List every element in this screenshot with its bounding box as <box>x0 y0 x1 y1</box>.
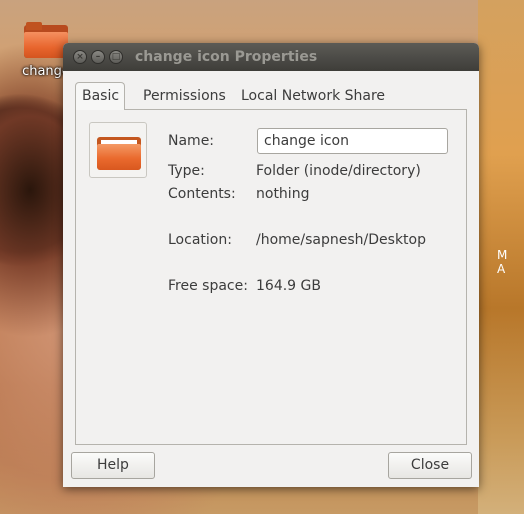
name-label: Name: <box>168 133 215 149</box>
properties-window: × – □ change icon Properties Basic Permi… <box>63 43 479 487</box>
window-titlebar[interactable]: × – □ change icon Properties <box>63 43 479 71</box>
minimize-window-icon[interactable]: – <box>91 50 105 64</box>
tab-basic[interactable]: Basic <box>75 82 125 110</box>
location-label: Location: <box>168 232 232 248</box>
folder-icon-button[interactable] <box>89 122 147 178</box>
name-field[interactable] <box>257 128 448 154</box>
type-value: Folder (inode/directory) <box>256 163 421 179</box>
free-space-label: Free space: <box>168 278 248 294</box>
free-space-value: 164.9 GB <box>256 278 321 294</box>
help-button[interactable]: Help <box>71 452 155 479</box>
contents-value: nothing <box>256 186 310 202</box>
close-button[interactable]: Close <box>388 452 472 479</box>
type-label: Type: <box>168 163 205 179</box>
folder-icon <box>24 22 68 60</box>
large-folder-icon <box>97 134 141 170</box>
location-value: /home/sapnesh/Desktop <box>256 232 426 248</box>
basic-panel: Name: Type: Folder (inode/directory) Con… <box>75 109 467 445</box>
tab-permissions[interactable]: Permissions <box>137 83 232 109</box>
contents-label: Contents: <box>168 186 236 202</box>
window-title: change icon Properties <box>135 49 318 65</box>
close-window-icon[interactable]: × <box>73 50 87 64</box>
wallpaper-text: M A <box>497 248 512 276</box>
tab-local-network-share[interactable]: Local Network Share <box>235 83 391 109</box>
maximize-window-icon[interactable]: □ <box>109 50 123 64</box>
